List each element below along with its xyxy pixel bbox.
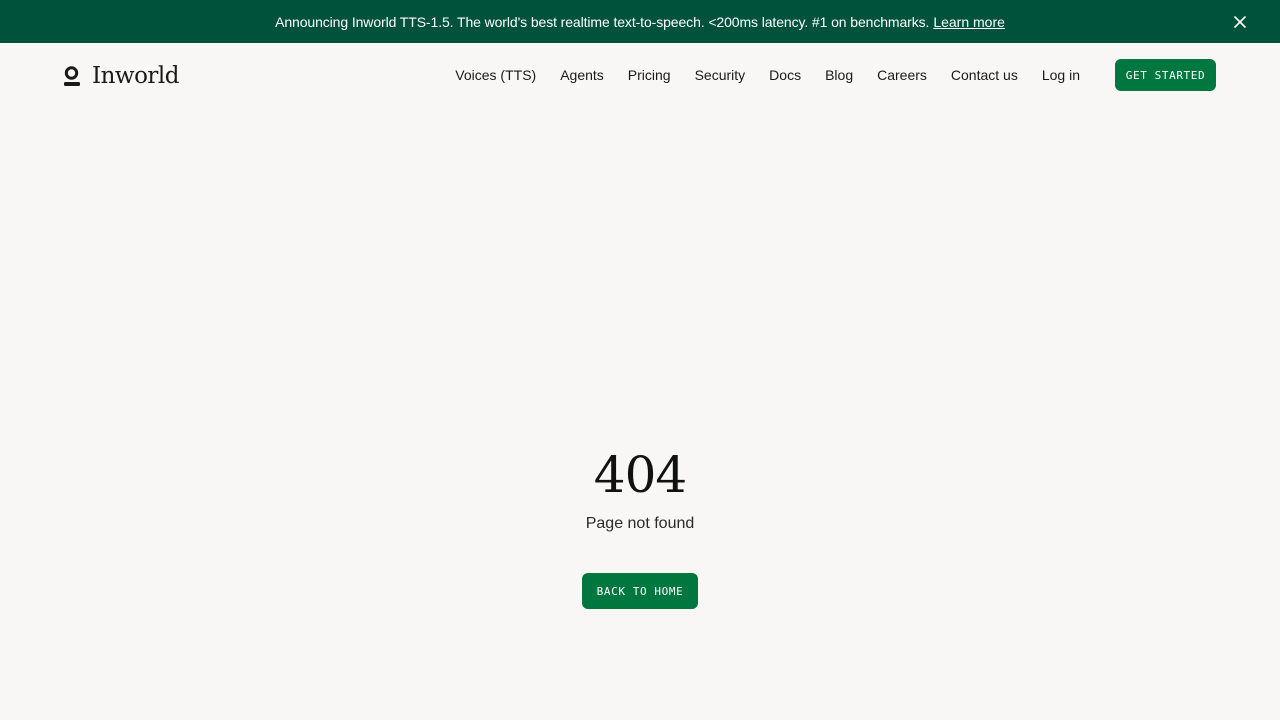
close-icon[interactable]: [1230, 12, 1250, 32]
nav-log-in[interactable]: Log in: [1042, 67, 1080, 83]
main-nav: Voices (TTS) Agents Pricing Security Doc…: [431, 43, 1080, 107]
banner-text: Announcing Inworld TTS-1.5. The world's …: [275, 13, 930, 30]
back-to-home-button[interactable]: BACK TO HOME: [582, 573, 698, 609]
get-started-button[interactable]: GET STARTED: [1115, 59, 1216, 91]
logo[interactable]: Inworld: [63, 62, 180, 90]
nav-pricing[interactable]: Pricing: [628, 67, 671, 83]
nav-careers[interactable]: Careers: [877, 67, 927, 83]
nav-voices-tts[interactable]: Voices (TTS): [455, 67, 536, 83]
learn-more-link[interactable]: Learn more: [933, 14, 1005, 30]
logo-text: Inworld: [92, 63, 180, 89]
site-header: Inworld Voices (TTS) Agents Pricing Secu…: [0, 43, 1280, 107]
inworld-logo-icon: [64, 66, 80, 86]
announcement-banner: Announcing Inworld TTS-1.5. The world's …: [0, 0, 1280, 43]
nav-agents[interactable]: Agents: [560, 67, 604, 83]
not-found-section: 404 Page not found BACK TO HOME: [0, 440, 1280, 609]
error-code: 404: [593, 446, 687, 504]
nav-contact-us[interactable]: Contact us: [951, 67, 1018, 83]
nav-security[interactable]: Security: [695, 67, 746, 83]
nav-blog[interactable]: Blog: [825, 67, 853, 83]
nav-docs[interactable]: Docs: [769, 67, 801, 83]
error-message: Page not found: [585, 515, 695, 532]
